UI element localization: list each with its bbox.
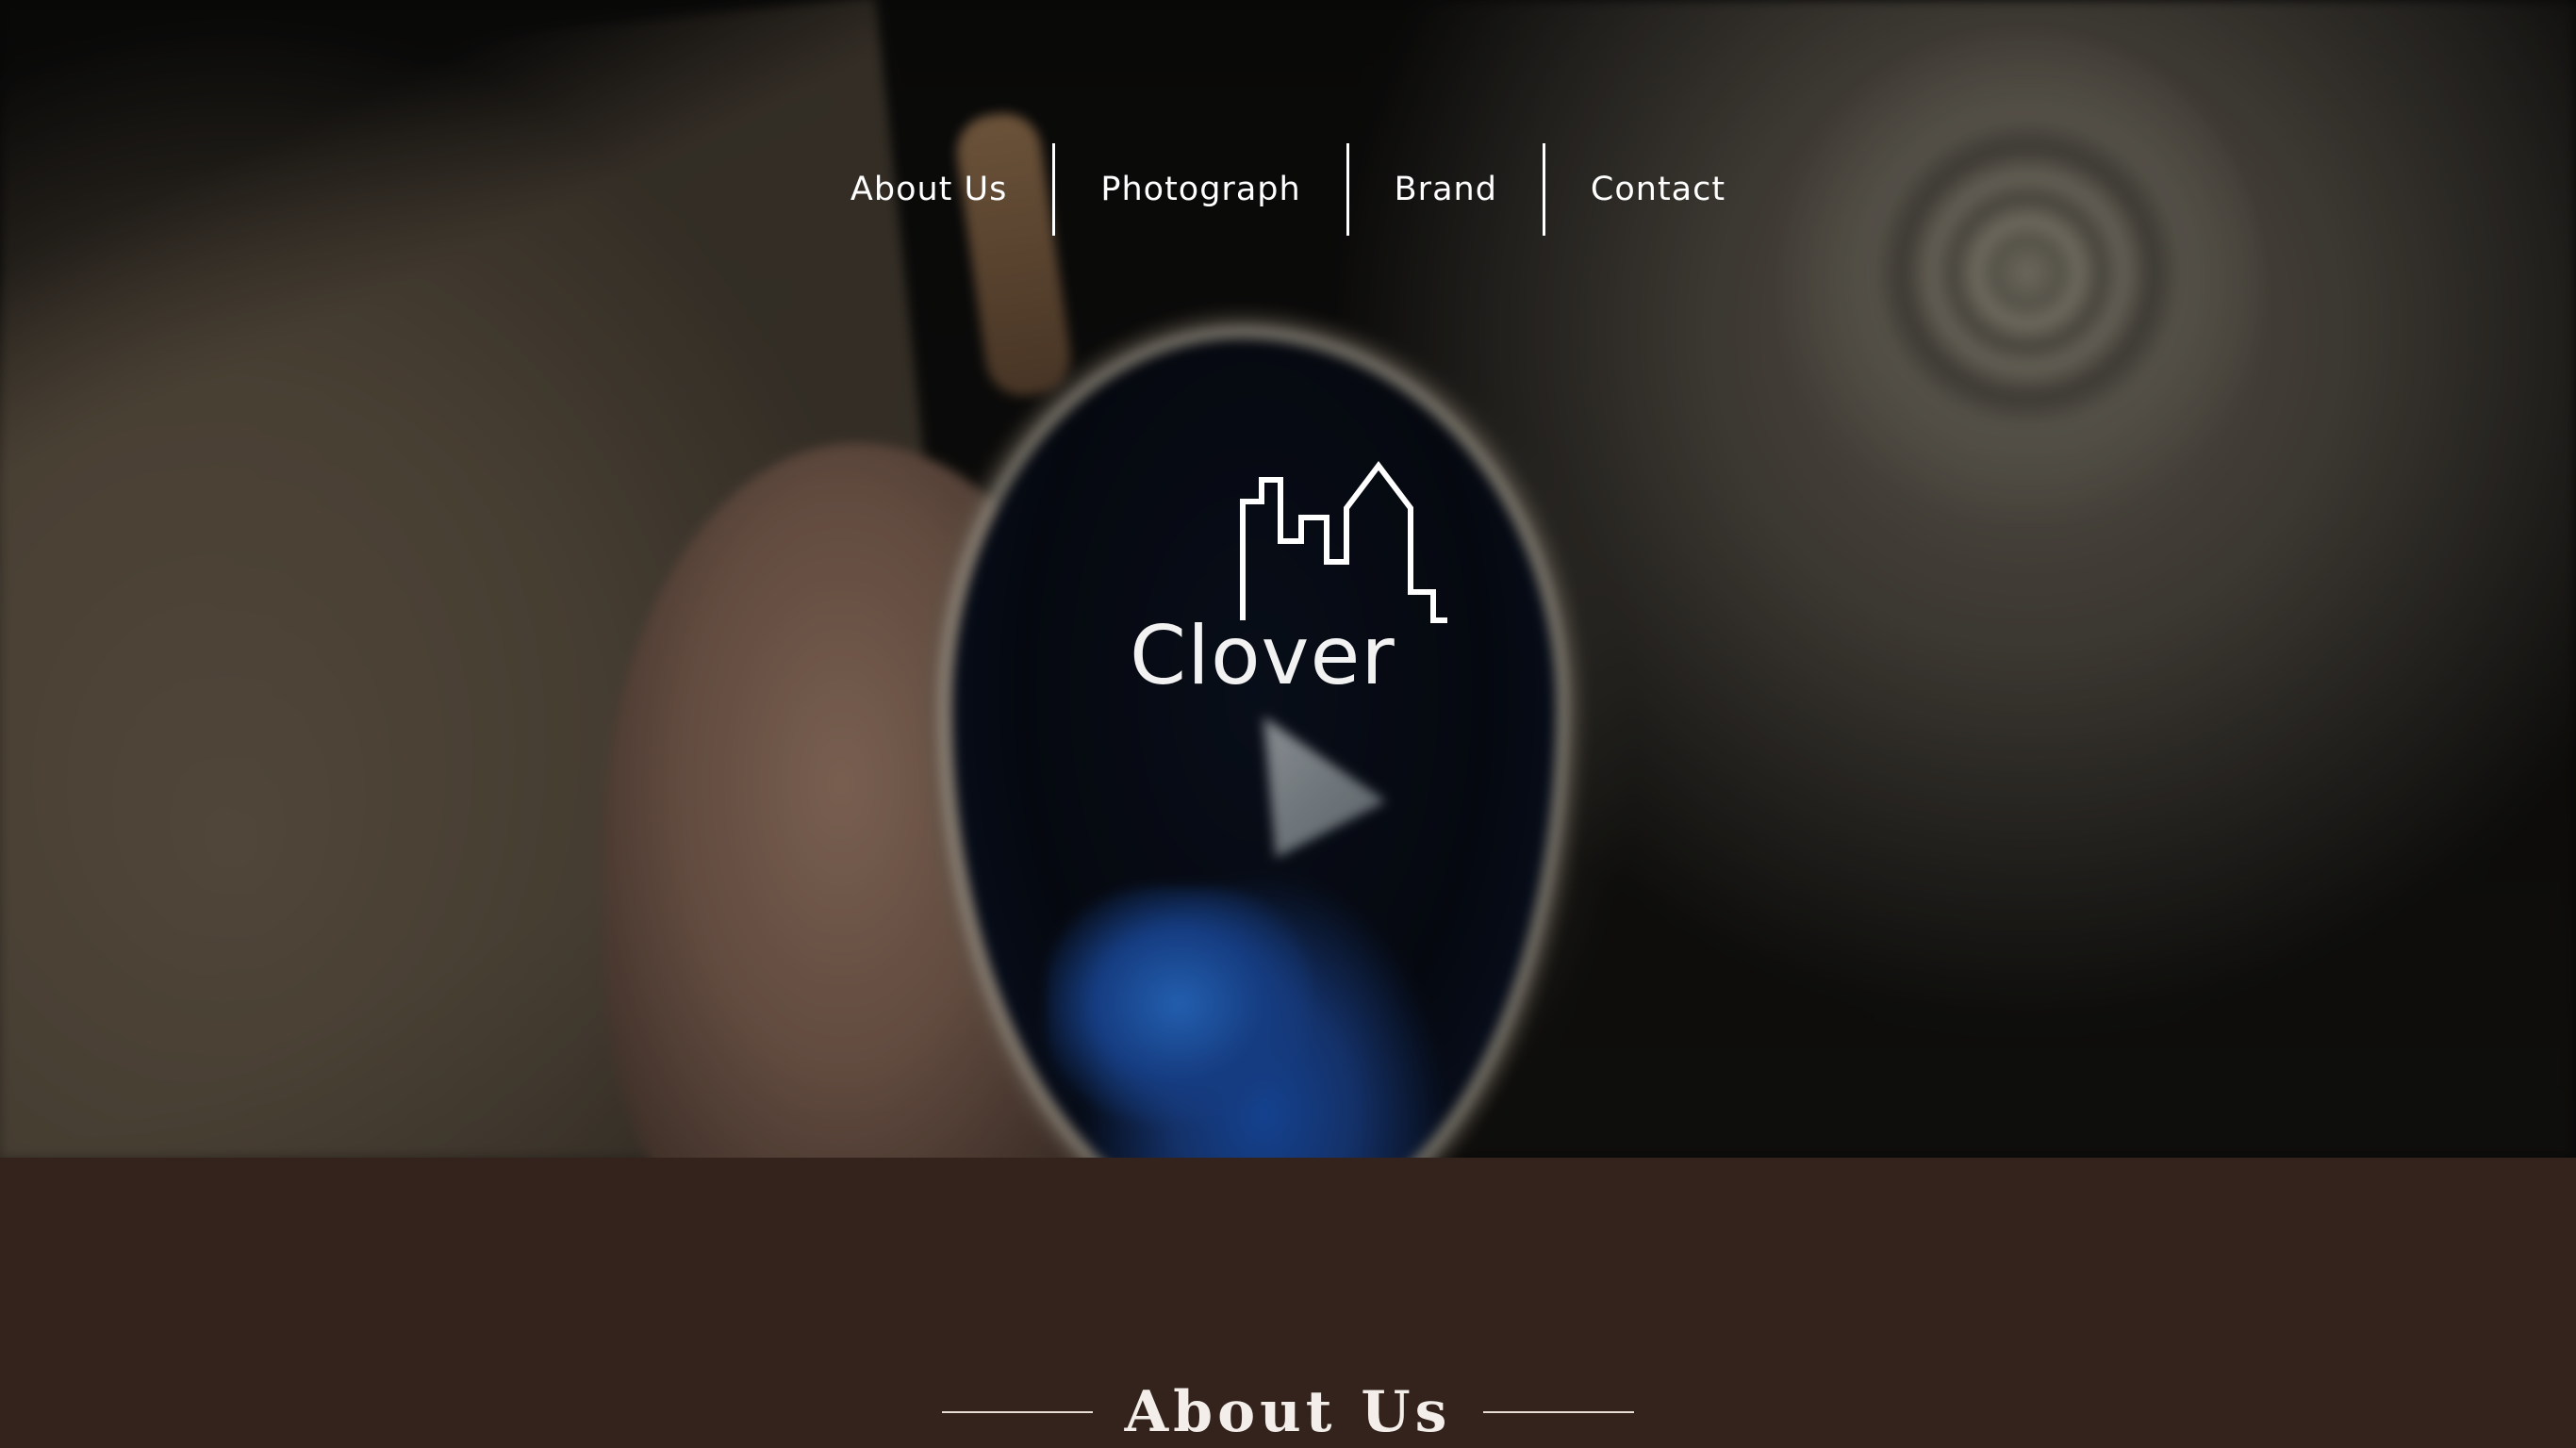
- about-section: About Us: [0, 1158, 2576, 1448]
- heading-divider-left: [941, 1411, 1093, 1413]
- page: About Us Photograph Brand Contact Clover…: [0, 0, 2576, 1448]
- nav-item-about-us[interactable]: About Us: [805, 144, 1052, 235]
- about-heading-row: About Us: [0, 1384, 2576, 1440]
- nav-item-contact[interactable]: Contact: [1545, 144, 1771, 235]
- nav-item-brand[interactable]: Brand: [1349, 144, 1543, 235]
- hero-banner: About Us Photograph Brand Contact Clover: [0, 0, 2576, 1158]
- brand-logo[interactable]: Clover: [1122, 458, 1452, 713]
- logo-wordmark: Clover: [1130, 609, 1395, 703]
- nav-item-photograph[interactable]: Photograph: [1055, 144, 1346, 235]
- city-skyline-icon: [1240, 461, 1447, 623]
- main-navigation: About Us Photograph Brand Contact: [0, 143, 2576, 236]
- about-heading: About Us: [1124, 1379, 1452, 1445]
- heading-divider-right: [1483, 1411, 1635, 1413]
